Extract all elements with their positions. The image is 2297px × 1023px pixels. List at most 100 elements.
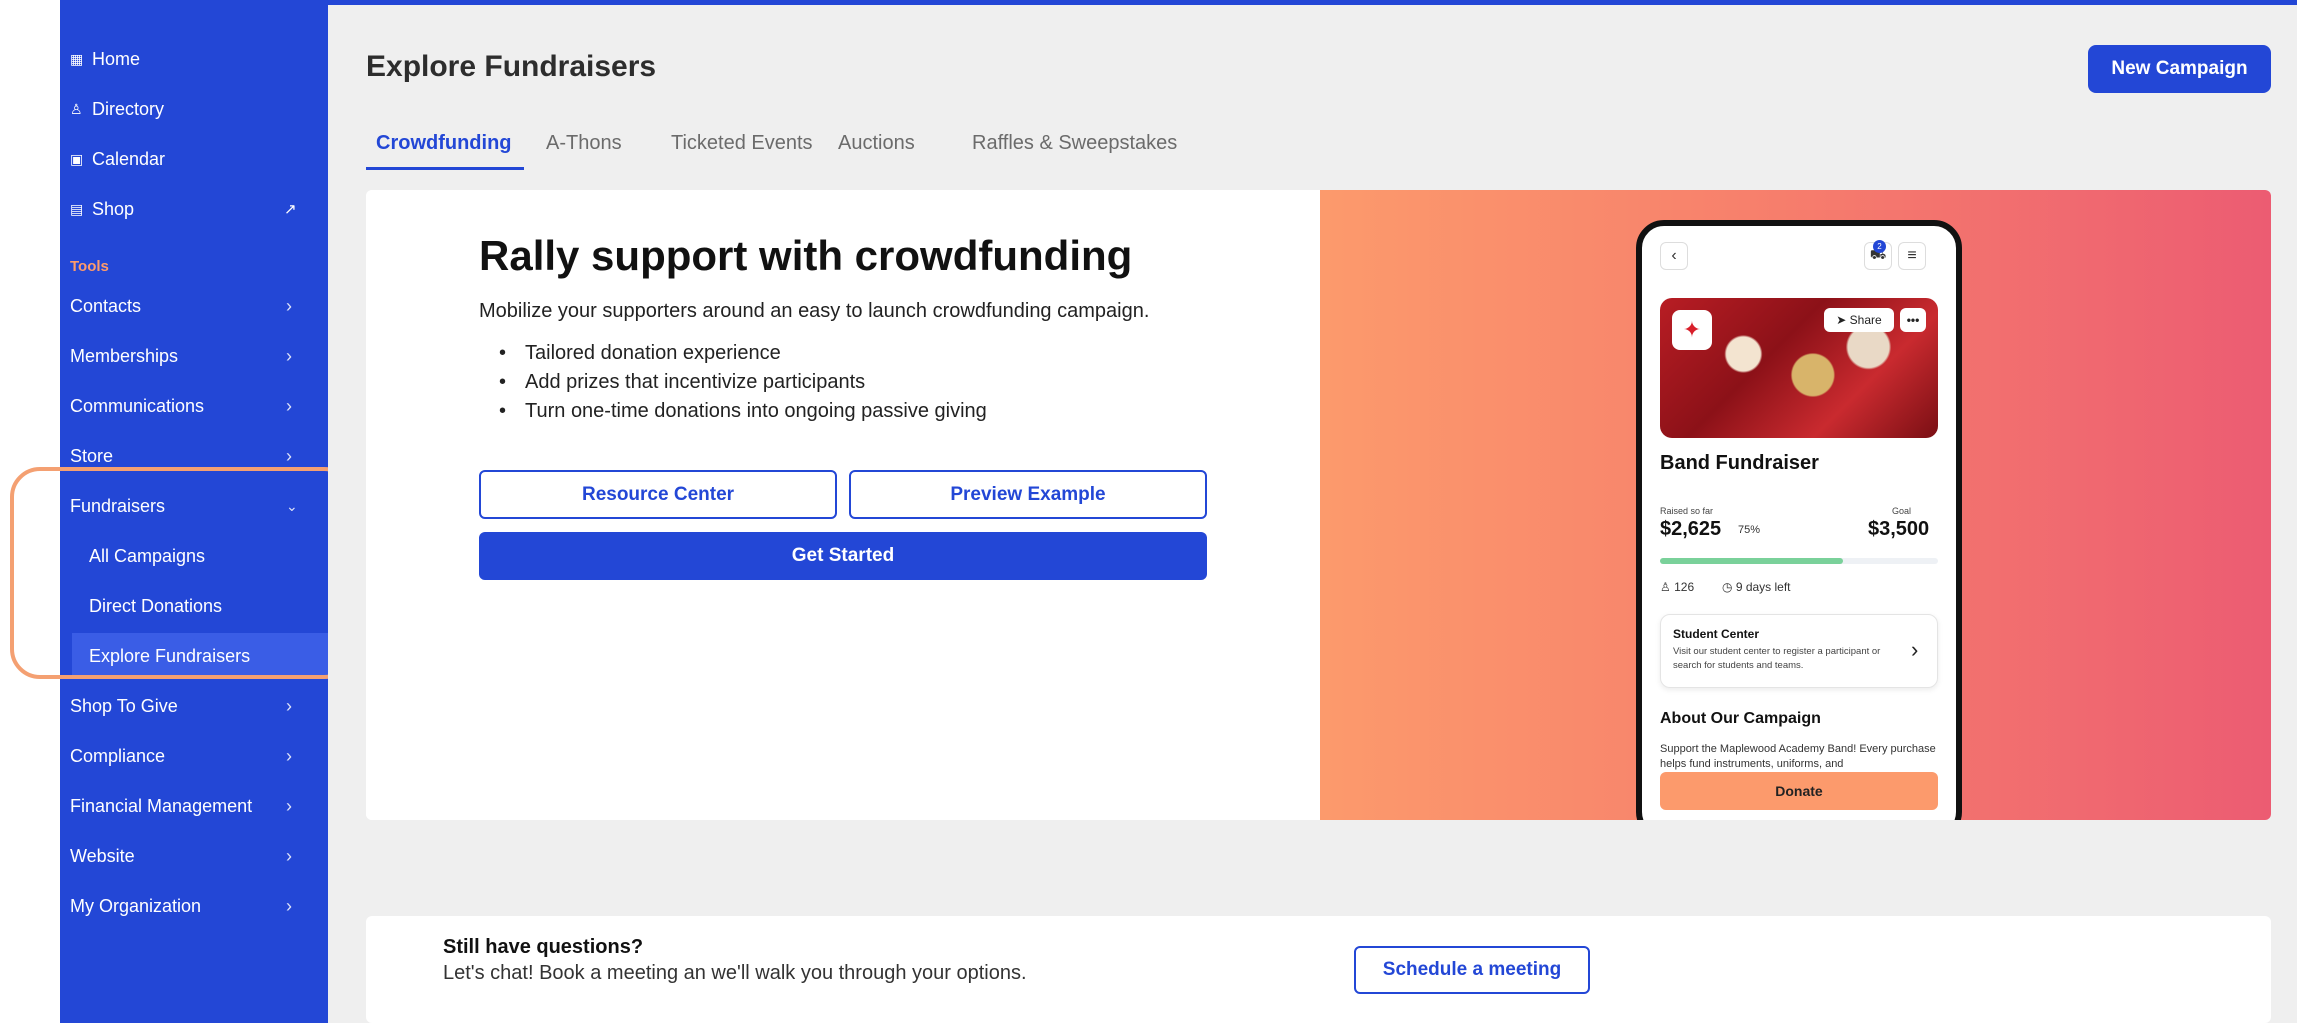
resource-center-button[interactable]: Resource Center [479,470,837,519]
maple-leaf-logo-icon: ✦ [1672,310,1712,350]
sidebar-item-memberships[interactable]: Memberships › [60,331,328,381]
chevron-right-icon: › [286,695,292,716]
sidebar-item-label: Communications [70,395,205,416]
hero-subtitle: Mobilize your supporters around an easy … [479,300,1150,322]
list-item: Turn one-time donations into ongoing pas… [479,400,987,429]
sidebar-item-label: Memberships [70,345,179,366]
sidebar-item-communications[interactable]: Communications › [60,381,328,431]
more-options-icon: ••• [1900,308,1926,332]
get-started-button[interactable]: Get Started [479,532,1207,580]
sidebar-item-website[interactable]: Website › [60,831,328,881]
hero-content: Rally support with crowdfunding Mobilize… [366,190,1320,820]
sidebar-item-compliance[interactable]: Compliance › [60,731,328,781]
raised-percent: 75% [1738,524,1761,536]
goal-amount: $3,500 [1868,518,1930,540]
student-center-text: Visit our student center to register a p… [1673,646,1881,671]
active-tab-indicator [366,167,524,170]
chevron-right-icon: › [286,895,292,916]
sidebar-item-label: Contacts [70,295,142,316]
sidebar-item-contacts[interactable]: Contacts › [60,281,328,331]
person-icon: ♙ [1660,580,1675,594]
sidebar-item-label: Website [70,845,135,866]
sidebar-item-label: My Organization [70,895,202,916]
sidebar: ▦ Home ♙ Directory ▣ Calendar ▤ Shop ↗ T… [60,0,328,1023]
days-left: ◷ 9 days left [1722,580,1791,594]
send-icon: ➤ [1836,313,1850,327]
home-icon: ▦ [70,50,84,67]
chevron-right-icon: › [286,295,292,316]
tab-auctions[interactable]: Auctions [838,132,915,155]
chevron-right-icon: › [1911,637,1919,662]
calendar-icon: ▣ [70,150,84,167]
hero-feature-list: Tailored donation experience Add prizes … [479,342,987,429]
sidebar-item-label: Compliance [70,745,166,766]
tab-raffles-sweepstakes[interactable]: Raffles & Sweepstakes [972,132,1177,155]
cart-count-badge: 2 [1873,240,1886,253]
questions-card: Still have questions? Let's chat! Book a… [366,916,2271,1023]
menu-icon: ≡ [1898,242,1926,270]
list-item: Tailored donation experience [479,342,987,371]
sidebar-item-label: Shop To Give [70,695,178,716]
sidebar-item-label: Financial Management [70,795,253,816]
chevron-down-icon: ⌄ [286,497,298,514]
tab-ticketed-events[interactable]: Ticketed Events [671,132,813,155]
external-link-icon: ↗ [284,201,297,218]
questions-title: Still have questions? [443,936,644,958]
tab-crowdfunding[interactable]: Crowdfunding [376,132,512,155]
chevron-right-icon: › [286,745,292,766]
about-campaign-title: About Our Campaign [1660,710,1821,727]
sidebar-subitem-all-campaigns[interactable]: All Campaigns [72,533,328,579]
sidebar-subitem-label: Explore Fundraisers [89,645,251,666]
shop-icon: ▤ [70,200,84,217]
schedule-meeting-button[interactable]: Schedule a meeting [1354,946,1590,994]
preview-example-button[interactable]: Preview Example [849,470,1207,519]
sidebar-item-calendar[interactable]: ▣ Calendar [60,134,328,184]
main-content: Explore Fundraisers New Campaign Crowdfu… [328,0,2297,1023]
tab-a-thons[interactable]: A-Thons [546,132,622,155]
sidebar-subitem-label: Direct Donations [89,595,223,616]
supporters-count-value: 126 [1674,580,1695,594]
funding-progress-fill [1660,558,1844,564]
sidebar-subitem-direct-donations[interactable]: Direct Donations [72,583,328,629]
new-campaign-button[interactable]: New Campaign [2088,45,2271,93]
sidebar-item-shop-to-give[interactable]: Shop To Give › [60,681,328,731]
chevron-right-icon: › [286,395,292,416]
people-icon: ♙ [70,100,83,117]
sidebar-item-home[interactable]: ▦ Home [60,34,328,84]
phone-mockup: ‹ ⛟ 2 ≡ ✦ ➤ Share ••• Band Fundraiser Ra… [1636,220,1962,820]
clock-icon: ◷ [1722,580,1736,594]
sidebar-item-label: Directory [92,98,165,119]
sidebar-item-directory[interactable]: ♙ Directory [60,84,328,134]
list-item: Add prizes that incentivize participants [479,371,987,400]
about-campaign-text: Support the Maplewood Academy Band! Ever… [1660,743,1936,770]
days-left-value: 9 days left [1735,580,1791,594]
hero-title: Rally support with crowdfunding [479,232,1133,279]
goal-label: Goal [1892,506,1912,516]
raised-amount: $2,625 [1660,518,1722,540]
sidebar-item-label: Store [70,445,114,466]
funding-progress-bar [1660,558,1938,564]
sidebar-item-my-organization[interactable]: My Organization › [60,881,328,931]
sidebar-item-label: Fundraisers [70,495,166,516]
sidebar-subitem-label: All Campaigns [89,545,206,566]
chevron-right-icon: › [286,845,292,866]
sidebar-item-label: Calendar [92,148,166,169]
sidebar-item-fundraisers[interactable]: Fundraisers ⌄ [60,481,328,531]
sidebar-subitem-explore-fundraisers[interactable]: Explore Fundraisers [72,633,328,679]
sidebar-item-store[interactable]: Store › [60,431,328,481]
top-border [328,0,2297,5]
chevron-right-icon: › [286,445,292,466]
crowdfunding-hero-card: Rally support with crowdfunding Mobilize… [366,190,2271,820]
raised-label: Raised so far [1660,506,1714,516]
sidebar-item-financial-management[interactable]: Financial Management › [60,781,328,831]
sidebar-item-shop[interactable]: ▤ Shop ↗ [60,184,328,234]
share-label: Share [1849,313,1882,327]
back-arrow-icon: ‹ [1660,242,1688,270]
donate-button: Donate [1660,772,1938,810]
student-center-card: Student Center Visit our student center … [1660,614,1938,688]
hero-illustration: ‹ ⛟ 2 ≡ ✦ ➤ Share ••• Band Fundraiser Ra… [1320,190,2271,820]
chevron-right-icon: › [286,345,292,366]
questions-text: Let's chat! Book a meeting an we'll walk… [443,962,1027,984]
share-button: ➤ Share [1824,308,1894,332]
student-center-title: Student Center [1673,627,1760,641]
